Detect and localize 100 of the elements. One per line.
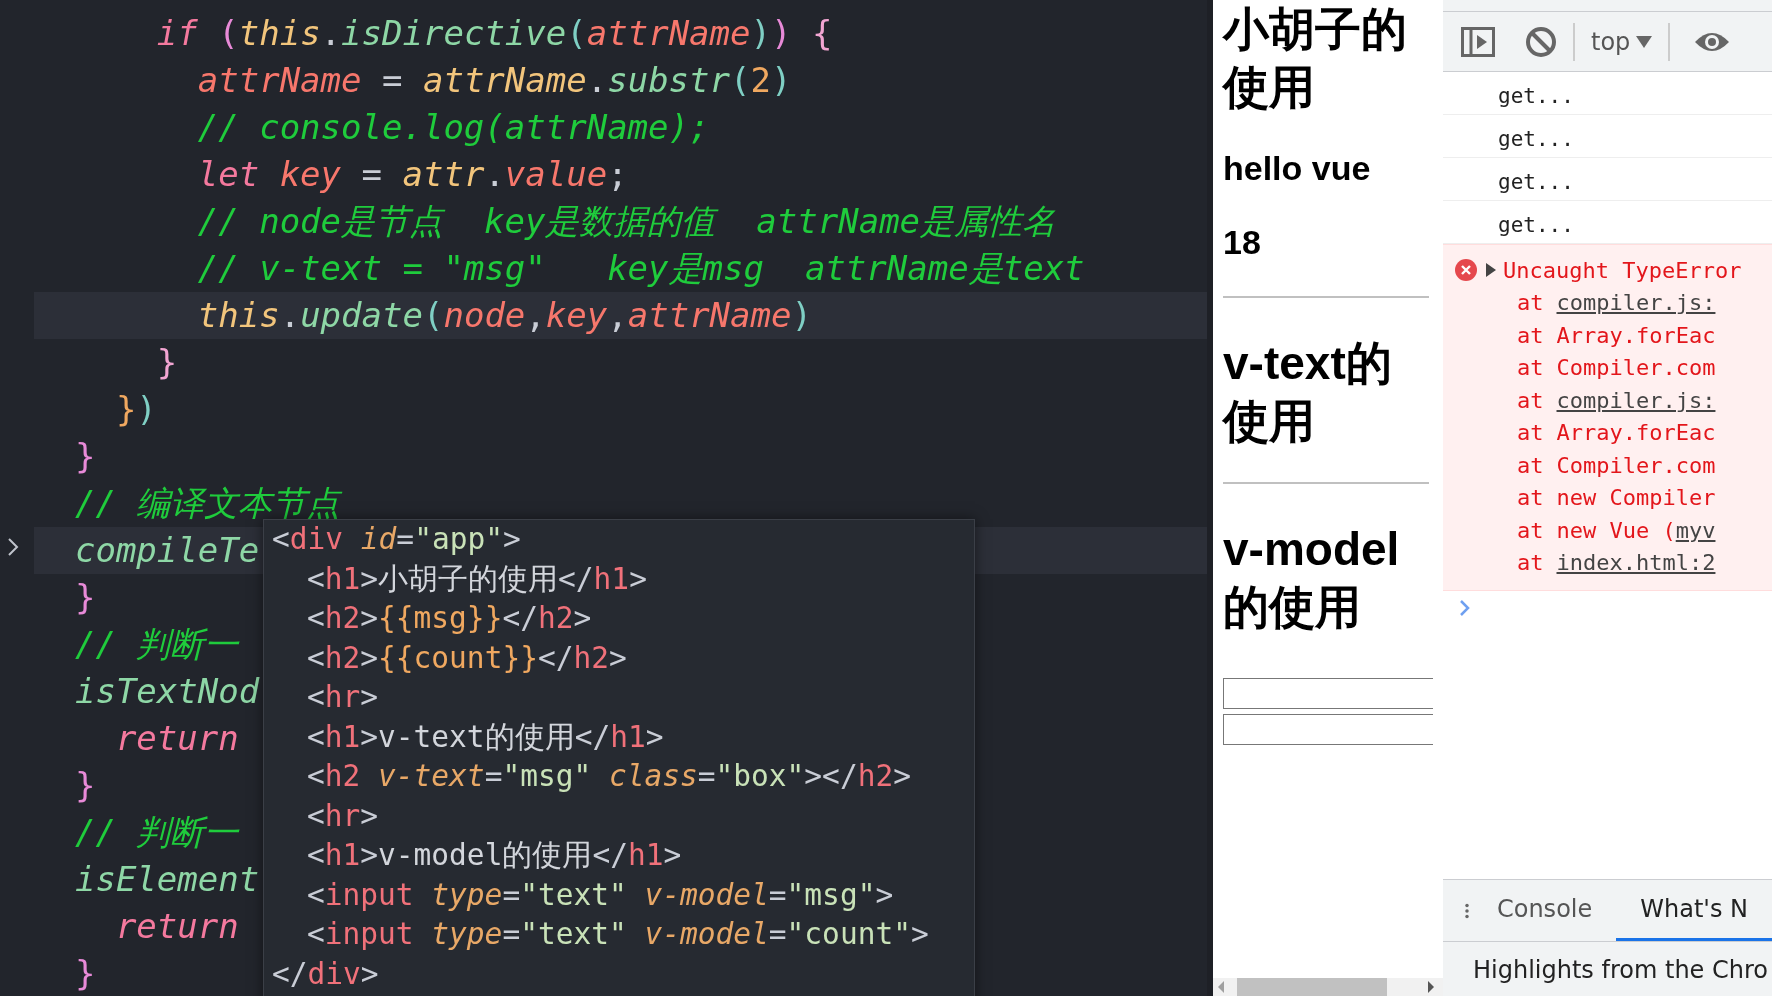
stack-at: at — [1517, 451, 1544, 480]
code-token: this — [197, 294, 280, 337]
code-token: "text" — [520, 876, 627, 914]
code-token: h1 — [593, 560, 630, 598]
code-token: < — [307, 876, 325, 914]
code-token: attrName — [627, 294, 792, 337]
stack-frame: Compiler.com — [1556, 449, 1716, 482]
code-token: . — [279, 294, 301, 337]
page-subheading: 18 — [1223, 222, 1262, 263]
code-token: // v-text = "msg" key是msg attrName是text — [197, 247, 1085, 290]
code-token: </ — [592, 837, 628, 874]
code-token: hr — [324, 797, 361, 835]
source-link[interactable]: compiler.js: — [1556, 287, 1716, 320]
source-link[interactable]: index.html:2 — [1556, 547, 1716, 580]
code-token: v-model — [643, 916, 769, 953]
code-token: return — [115, 905, 239, 948]
code-token: { — [810, 12, 833, 55]
code-token: = — [360, 153, 383, 196]
expand-triangle-icon[interactable] — [1485, 263, 1497, 277]
code-token: h1 — [324, 718, 361, 756]
code-token: h1 — [610, 718, 646, 756]
code-token: ) — [771, 59, 792, 102]
code-token: "msg" — [786, 876, 876, 914]
code-token: // node是节点 key是数据的值 attrName是属性名 — [197, 200, 1057, 243]
code-token: > — [573, 600, 592, 637]
page-subheading: hello vue — [1223, 148, 1372, 189]
code-token: = — [768, 916, 787, 953]
code-token: </ — [558, 560, 594, 598]
code-token: type — [430, 876, 503, 914]
code-token: < — [307, 797, 325, 835]
code-token: v-text的使用 — [378, 718, 575, 756]
page-heading: v-text的使用 — [1223, 336, 1393, 449]
code-token: > — [645, 718, 664, 756]
code-token: } — [156, 341, 178, 384]
code-token: , — [525, 294, 546, 337]
code-token: hr — [324, 679, 361, 716]
code-token: . — [586, 59, 608, 102]
log-message: get... — [1498, 84, 1574, 108]
code-token: } — [74, 952, 96, 995]
code-token: 2 — [750, 59, 771, 102]
code-token: if — [156, 12, 198, 55]
code-token: < — [307, 560, 325, 598]
text-input[interactable] — [1223, 714, 1433, 745]
source-link[interactable]: compiler.js: — [1556, 384, 1716, 417]
drawer-tab[interactable]: Console — [1472, 880, 1617, 941]
code-token: return — [115, 717, 239, 760]
code-token: let — [197, 153, 261, 196]
code-token: ) — [750, 12, 771, 55]
code-token: > — [360, 718, 379, 756]
clear-console-icon[interactable] — [1525, 25, 1557, 58]
code-token: > — [360, 679, 379, 716]
code-token: h1 — [324, 837, 361, 874]
code-token: h2 — [537, 600, 574, 637]
prompt-chevron-icon[interactable] — [1459, 598, 1471, 617]
scroll-right-icon[interactable] — [1427, 981, 1435, 993]
code-token: ( — [422, 294, 444, 337]
code-token: h2 — [324, 758, 361, 795]
fold-chevron-icon[interactable] — [6, 536, 20, 558]
code-token: isTextNod — [74, 670, 260, 713]
code-token: > — [893, 758, 911, 795]
code-token: h1 — [324, 560, 361, 598]
code-token: ( — [566, 12, 587, 55]
source-link[interactable]: myv — [1675, 514, 1716, 547]
code-token: </ — [272, 955, 308, 993]
code-token: = — [697, 758, 716, 795]
log-message: get... — [1498, 170, 1574, 194]
stack-at: at — [1517, 354, 1544, 382]
horizontal-scrollbar[interactable] — [1213, 978, 1443, 996]
sidebar-toggle-icon[interactable] — [1461, 26, 1495, 57]
code-token: {{msg}} — [378, 600, 503, 637]
code-token: = — [502, 916, 521, 953]
code-token: id — [359, 521, 397, 558]
code-token: class — [607, 758, 698, 795]
code-token: < — [307, 916, 325, 953]
code-token: ; — [607, 153, 628, 196]
code-token: ) — [771, 12, 792, 55]
code-token: > — [629, 560, 647, 598]
code-token: "app" — [414, 521, 503, 558]
code-token: } — [74, 576, 96, 619]
text-input[interactable] — [1223, 678, 1433, 709]
code-token: , — [607, 294, 628, 337]
code-token: v-model — [643, 876, 769, 914]
code-token: isElement — [74, 858, 260, 901]
code-token: key — [545, 294, 608, 337]
stack-at: at — [1517, 289, 1544, 317]
code-token: < — [307, 600, 325, 637]
code-token: type — [430, 916, 503, 953]
drawer-tab[interactable]: What's N — [1616, 880, 1772, 941]
code-token: </ — [537, 639, 574, 677]
error-icon — [1455, 259, 1477, 281]
caret-icon[interactable] — [1636, 35, 1653, 48]
code-token: > — [360, 955, 379, 993]
code-token: "box" — [715, 758, 805, 795]
code-token: "msg" — [502, 758, 592, 795]
code-token: input — [324, 916, 414, 953]
code-token: > — [663, 837, 682, 874]
code-token: } — [74, 435, 96, 478]
code-token: ) — [791, 294, 812, 337]
code-token: ( — [730, 59, 751, 102]
context-selector[interactable]: top — [1591, 27, 1631, 56]
